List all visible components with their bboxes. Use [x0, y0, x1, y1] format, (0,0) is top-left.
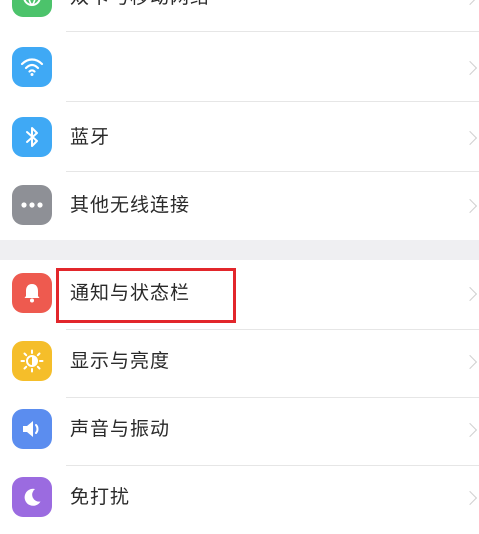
chevron-right-icon	[462, 198, 478, 214]
settings-row-label: 免打扰	[70, 486, 131, 508]
settings-row-display-brightness[interactable]: 显示与亮度	[0, 328, 479, 398]
settings-row-mobile-network[interactable]: 双卡与移动网络	[0, 0, 479, 32]
settings-row-sound-vibration[interactable]: 声音与振动	[0, 396, 479, 466]
wireless-settings-group: 双卡与移动网络	[0, 0, 479, 240]
section-separator	[0, 240, 479, 260]
settings-row-wlan[interactable]	[0, 32, 479, 102]
bluetooth-icon	[12, 117, 52, 157]
settings-screen: 双卡与移动网络	[0, 0, 479, 534]
settings-row-label: 声音与振动	[70, 418, 171, 440]
chevron-right-icon	[462, 490, 478, 506]
moon-icon	[12, 477, 52, 517]
settings-row-label: 蓝牙	[70, 126, 111, 148]
settings-row-label: 其他无线连接	[70, 194, 191, 216]
settings-row-label: 双卡与移动网络	[70, 0, 210, 8]
chevron-right-icon	[462, 286, 478, 302]
chevron-right-icon	[462, 130, 478, 146]
settings-row-do-not-disturb[interactable]: 免打扰	[0, 464, 479, 534]
mobile-network-icon	[12, 0, 52, 17]
chevron-right-icon	[462, 0, 478, 6]
settings-row-other-wireless[interactable]: 其他无线连接	[0, 170, 479, 240]
settings-row-label: 显示与亮度	[70, 350, 171, 372]
notification-bell-icon	[12, 273, 52, 313]
highlight-annotation-box	[56, 268, 236, 323]
brightness-sun-icon	[12, 341, 52, 381]
speaker-icon	[12, 409, 52, 449]
chevron-right-icon	[462, 354, 478, 370]
more-dots-icon	[12, 185, 52, 225]
settings-row-bluetooth[interactable]: 蓝牙	[0, 102, 479, 172]
wifi-icon	[12, 47, 52, 87]
chevron-right-icon	[462, 422, 478, 438]
chevron-right-icon	[462, 60, 478, 76]
